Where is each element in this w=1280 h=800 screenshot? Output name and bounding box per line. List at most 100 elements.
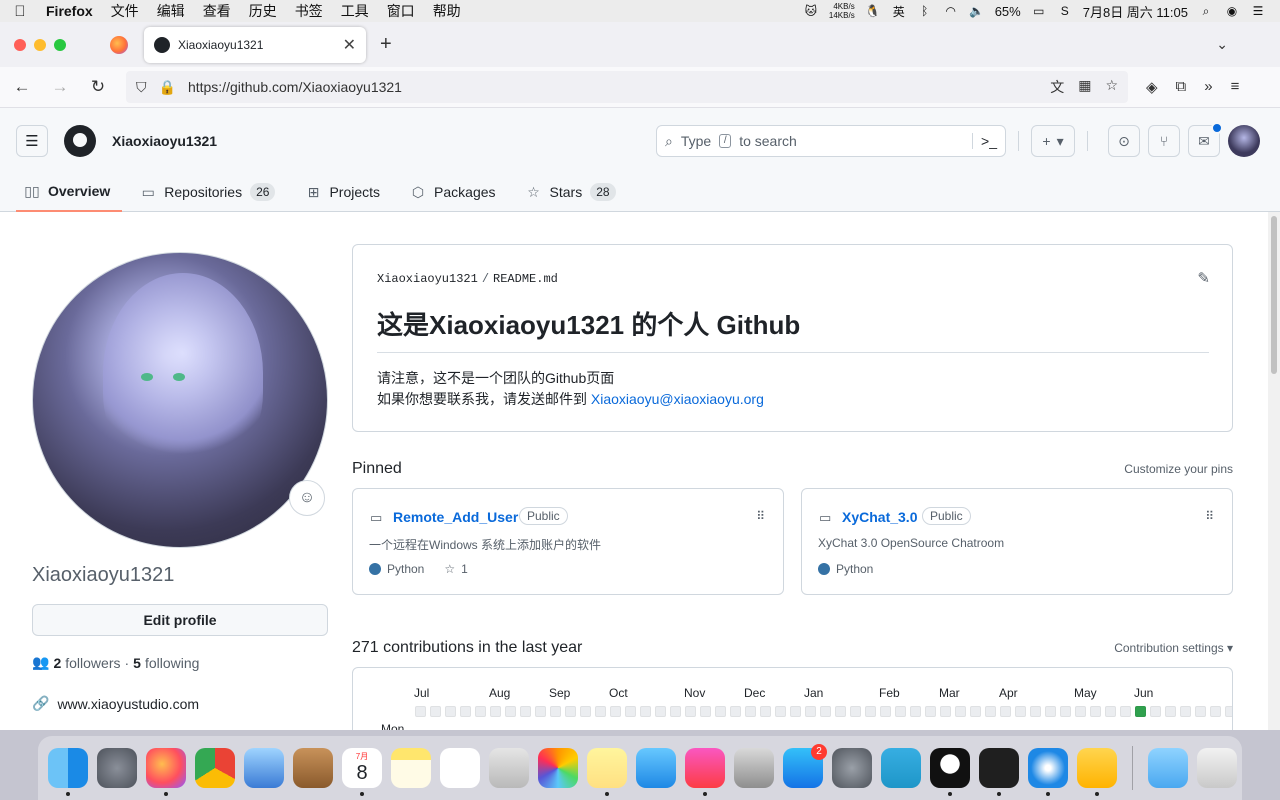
- reload-button[interactable]: ↻: [88, 77, 108, 97]
- forward-button[interactable]: →: [50, 77, 70, 97]
- following-count[interactable]: 5: [133, 655, 141, 671]
- input-method-indicator[interactable]: 英: [891, 4, 907, 19]
- pinned-repo-name[interactable]: XyChat_3.0: [842, 509, 917, 525]
- contribution-day-cell[interactable]: [910, 706, 921, 717]
- browser-tab-active[interactable]: Xiaoxiaoyu1321 ✕: [144, 26, 366, 63]
- contribution-day-cell[interactable]: [850, 706, 861, 717]
- edit-readme-pencil-icon[interactable]: ✎: [1197, 269, 1210, 287]
- qq-status-icon[interactable]: 🐧: [865, 4, 881, 18]
- tab-packages[interactable]: ⬡ Packages: [402, 172, 507, 212]
- menu-history[interactable]: 历史: [240, 1, 286, 21]
- contribution-day-cell[interactable]: [1120, 706, 1131, 717]
- bluetooth-icon[interactable]: ᛒ: [917, 4, 933, 18]
- contribution-day-cell[interactable]: [925, 706, 936, 717]
- menu-tools[interactable]: 工具: [332, 1, 378, 21]
- edit-profile-button[interactable]: Edit profile: [32, 604, 328, 636]
- contribution-day-cell[interactable]: [865, 706, 876, 717]
- tab-repositories[interactable]: ▭ Repositories 26: [132, 172, 287, 212]
- profile-avatar[interactable]: [32, 252, 328, 548]
- contribution-day-cell[interactable]: [955, 706, 966, 717]
- app-store-icon[interactable]: 2: [783, 744, 827, 788]
- set-status-button[interactable]: ☺: [289, 480, 325, 516]
- header-username[interactable]: Xiaoxiaoyu1321: [112, 133, 217, 149]
- notifications-button[interactable]: ✉: [1188, 122, 1223, 157]
- contribution-day-cell[interactable]: [565, 706, 576, 717]
- contribution-day-cell[interactable]: [940, 706, 951, 717]
- contribution-day-cell[interactable]: [535, 706, 546, 717]
- launchpad-icon[interactable]: [97, 748, 137, 788]
- pinned-repo-stars[interactable]: 1: [461, 562, 468, 576]
- contribution-day-cell[interactable]: [805, 706, 816, 717]
- followers-count[interactable]: 2: [53, 655, 61, 671]
- menu-window[interactable]: 窗口: [378, 1, 424, 21]
- menu-app-name[interactable]: Firefox: [40, 3, 102, 19]
- contribution-day-cell[interactable]: [1210, 706, 1221, 717]
- firefox-icon[interactable]: [146, 748, 186, 796]
- website-link[interactable]: www.xiaoyustudio.com: [57, 696, 199, 712]
- contribution-day-cell[interactable]: [445, 706, 456, 717]
- siri-icon[interactable]: ◉: [1224, 4, 1240, 18]
- contribution-day-cell[interactable]: [1000, 706, 1011, 717]
- contribution-day-cell[interactable]: [1195, 706, 1206, 717]
- contribution-day-cell[interactable]: [1030, 706, 1041, 717]
- control-center-icon[interactable]: ☰: [1250, 4, 1266, 18]
- contribution-day-cell[interactable]: [1105, 706, 1116, 717]
- contribution-day-cell[interactable]: [1225, 706, 1232, 717]
- pinned-repo-name[interactable]: Remote_Add_User: [393, 509, 518, 525]
- spotlight-icon[interactable]: ⌕: [1198, 4, 1214, 18]
- contribution-day-cell[interactable]: [490, 706, 501, 717]
- contribution-day-cell[interactable]: [520, 706, 531, 717]
- contribution-day-cell[interactable]: [475, 706, 486, 717]
- app-menu-icon[interactable]: ≡: [1231, 78, 1240, 96]
- battery-icon[interactable]: ▭: [1031, 4, 1047, 18]
- star-icon[interactable]: ☆: [444, 562, 455, 576]
- contribution-day-cell[interactable]: [730, 706, 741, 717]
- messages-icon[interactable]: [636, 748, 676, 788]
- contribution-day-cell[interactable]: [985, 706, 996, 717]
- notes-icon[interactable]: [391, 748, 431, 788]
- lock-icon[interactable]: 🔒: [159, 79, 176, 96]
- photo-booth-icon[interactable]: [489, 748, 529, 788]
- minimize-window-button[interactable]: [34, 38, 46, 51]
- github-logo-icon[interactable]: [64, 125, 96, 157]
- customize-pins-link[interactable]: Customize your pins: [1124, 462, 1233, 476]
- extensions-puzzle-icon[interactable]: ⧉: [1176, 78, 1187, 96]
- user-avatar-menu[interactable]: [1228, 125, 1260, 157]
- chrome-icon[interactable]: [195, 748, 235, 788]
- drag-handle-icon[interactable]: ⠿: [1205, 509, 1214, 523]
- volume-icon[interactable]: 🔈: [969, 4, 985, 18]
- following-label[interactable]: following: [145, 655, 199, 671]
- contribution-day-cell[interactable]: [760, 706, 771, 717]
- contribution-day-cell[interactable]: [715, 706, 726, 717]
- contribution-settings-dropdown[interactable]: Contribution settings ▾: [1114, 641, 1233, 655]
- contribution-day-cell[interactable]: [550, 706, 561, 717]
- drag-handle-icon[interactable]: ⠿: [756, 509, 765, 523]
- contribution-day-cell[interactable]: [970, 706, 981, 717]
- maximize-window-button[interactable]: [54, 38, 66, 51]
- qr-code-icon[interactable]: ▦: [1078, 77, 1091, 97]
- contribution-day-cell[interactable]: [505, 706, 516, 717]
- apple-icon[interactable]: : [0, 3, 40, 20]
- close-tab-icon[interactable]: ✕: [343, 35, 356, 55]
- scrollbar-thumb[interactable]: [1271, 216, 1277, 374]
- telegram-icon[interactable]: [881, 748, 921, 788]
- menu-bookmarks[interactable]: 书签: [286, 1, 332, 21]
- contribution-day-cell[interactable]: [415, 706, 426, 717]
- calendar-icon[interactable]: 7月 8: [342, 748, 382, 796]
- system-preferences-icon[interactable]: [832, 748, 872, 788]
- contribution-day-cell[interactable]: [790, 706, 801, 717]
- contribution-day-cell[interactable]: [610, 706, 621, 717]
- page-scrollbar[interactable]: [1268, 212, 1280, 730]
- list-tabs-chevron-icon[interactable]: ⌄: [1216, 36, 1228, 53]
- contribution-day-cell[interactable]: [1090, 706, 1101, 717]
- downloads-folder-icon[interactable]: [1148, 748, 1188, 788]
- menu-edit[interactable]: 编辑: [148, 1, 194, 21]
- command-palette-icon[interactable]: >_: [972, 133, 997, 149]
- back-button[interactable]: ←: [12, 77, 32, 97]
- contribution-day-cell[interactable]: [655, 706, 666, 717]
- pull-requests-button[interactable]: ⑂: [1148, 125, 1180, 157]
- contribution-day-cell[interactable]: [670, 706, 681, 717]
- stickies-icon[interactable]: [587, 748, 627, 796]
- battery-percent[interactable]: 65%: [995, 4, 1021, 19]
- tab-stars[interactable]: ☆ Stars 28: [518, 172, 628, 212]
